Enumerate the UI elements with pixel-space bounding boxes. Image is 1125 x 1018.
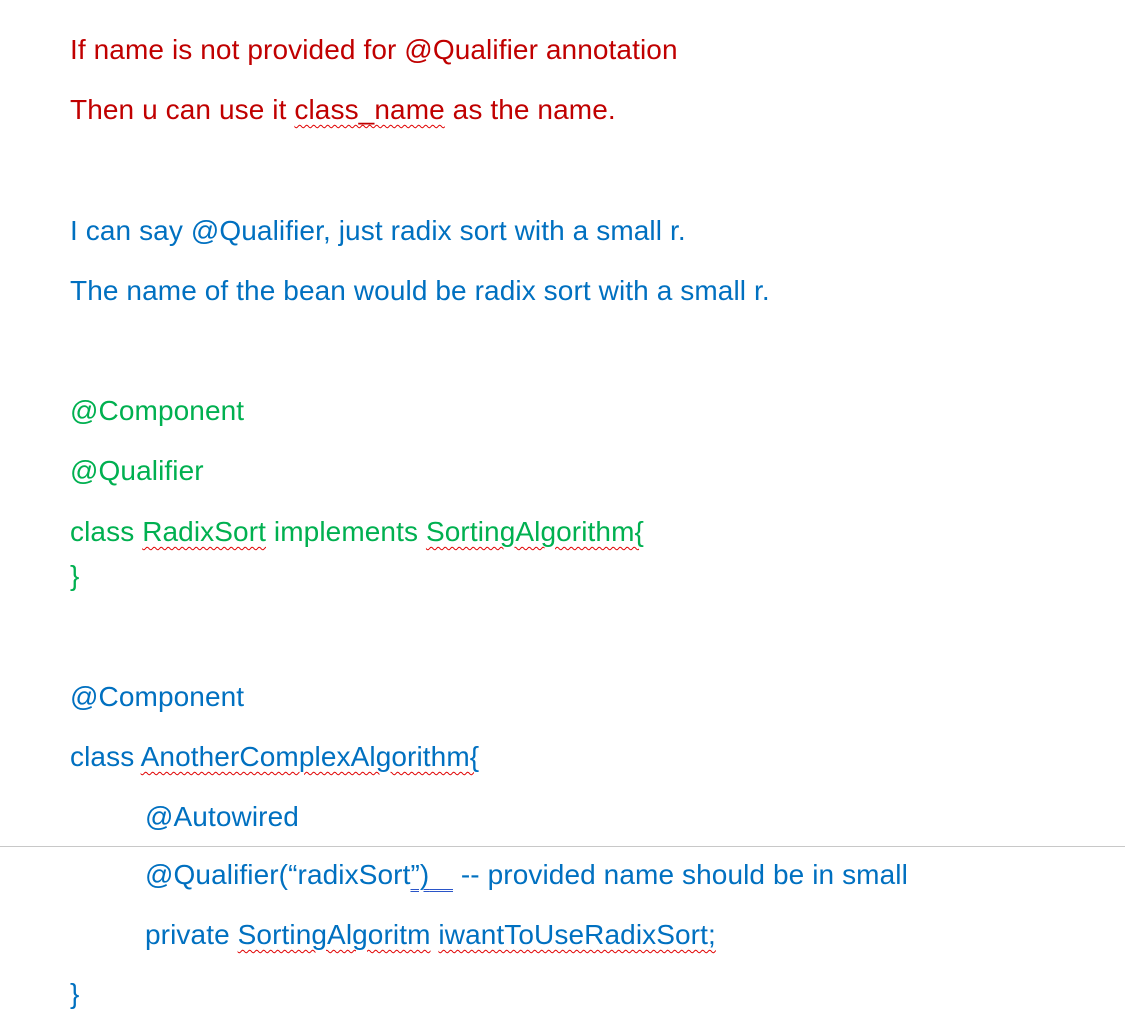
text-run: class <box>70 741 141 772</box>
code-annotation-component: @Component <box>70 681 245 712</box>
code-annotation-autowired: @Autowired <box>145 801 299 832</box>
code-closing-brace: } <box>70 978 80 1009</box>
grammar-flagged-space[interactable] <box>429 859 453 890</box>
code-annotation-component: @Component <box>70 395 245 426</box>
text-run: Then u can use it <box>70 94 295 125</box>
note-line-3: I can say @Qualifier, just radix sort wi… <box>70 215 686 246</box>
misspelled-word[interactable]: RadixSort <box>142 516 266 547</box>
note-line-2: Then u can use it class_name as the name… <box>70 93 616 127</box>
grammar-flagged-text[interactable]: ”) <box>410 859 429 890</box>
text-run: private <box>145 919 238 950</box>
code-annotation-qualifier-named: @Qualifier(“radixSort”) -- provided name… <box>145 858 908 892</box>
misspelled-word[interactable]: AnotherComplexAlgorithm{ <box>141 741 480 772</box>
misspelled-word[interactable]: class_name <box>294 94 444 125</box>
page-break-line <box>0 846 1125 847</box>
text-run: as the name. <box>444 94 616 125</box>
code-class-declaration: class RadixSort implements SortingAlgori… <box>70 515 644 549</box>
note-line-4: The name of the bean would be radix sort… <box>70 275 770 306</box>
misspelled-word[interactable]: SortingAlgorithm{ <box>426 516 644 547</box>
misspelled-word[interactable]: iwantToUseRadixSort; <box>438 919 715 950</box>
text-run: implements <box>266 516 426 547</box>
code-class-declaration: class AnotherComplexAlgorithm{ <box>70 740 479 774</box>
text-run: class <box>70 516 143 547</box>
inline-comment: -- provided name should be in small <box>452 859 908 890</box>
code-field-declaration: private SortingAlgoritm iwantToUseRadixS… <box>145 918 716 952</box>
note-line-1: If name is not provided for @Qualifier a… <box>70 34 678 65</box>
text-run: @Qualifier(“radixSort <box>145 859 411 890</box>
misspelled-word[interactable]: SortingAlgoritm <box>238 919 431 950</box>
code-closing-brace: } <box>70 560 80 591</box>
code-annotation-qualifier: @Qualifier <box>70 455 204 486</box>
